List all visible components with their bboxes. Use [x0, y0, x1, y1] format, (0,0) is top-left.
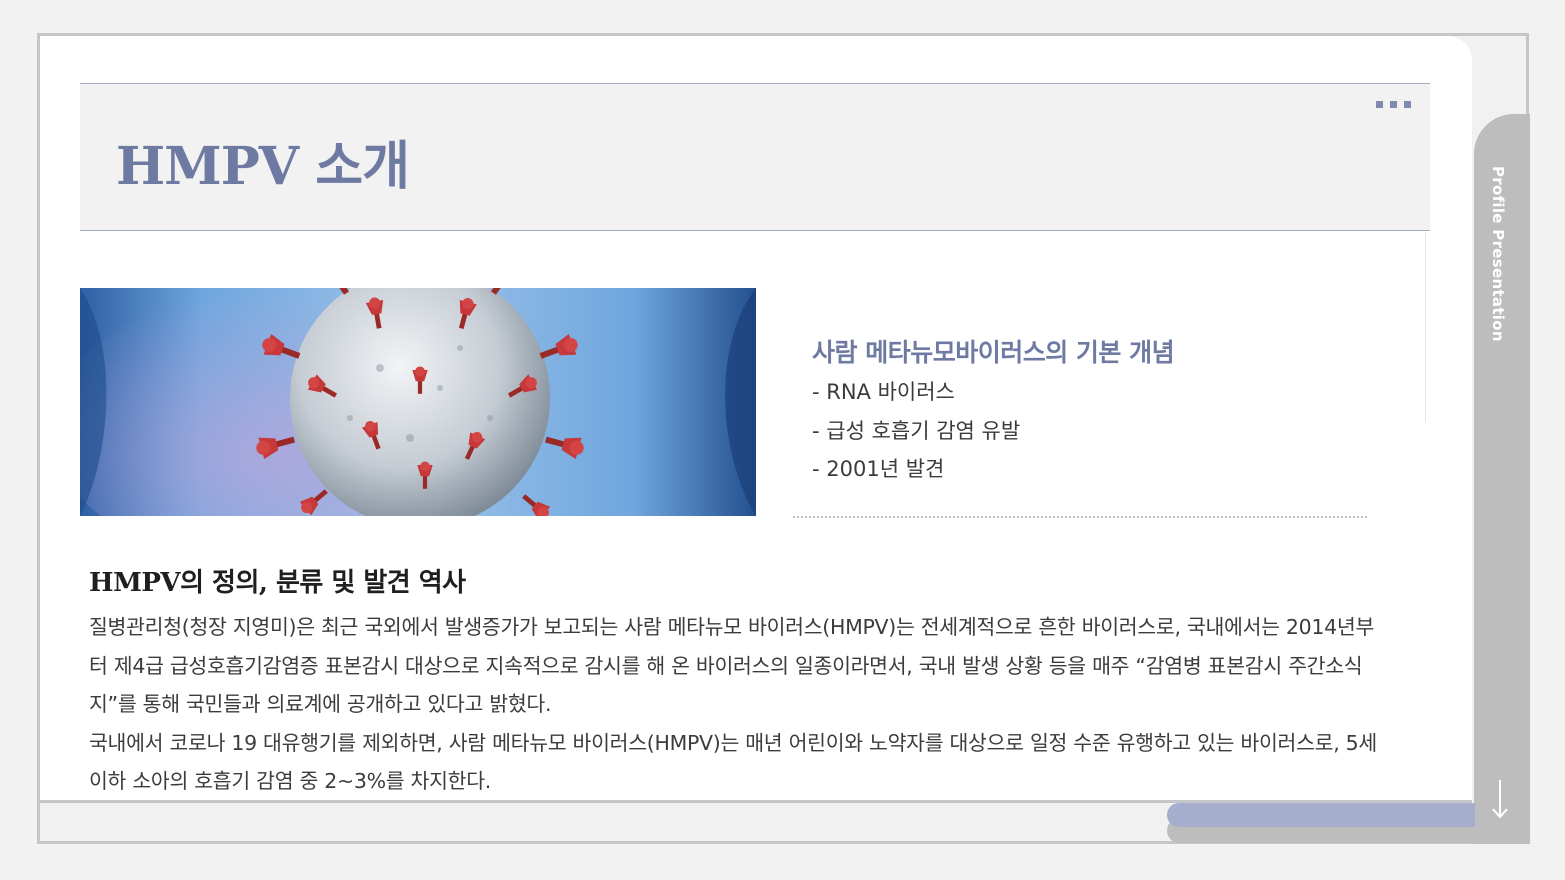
concept-item: - 급성 호흡기 감염 유발 [812, 418, 1021, 443]
section-body: 질병관리청(청장 지영미)은 최근 국외에서 발생증가가 보고되는 사람 메타뉴… [89, 615, 1377, 793]
concept-item: - RNA 바이러스 [812, 380, 955, 404]
down-arrow-icon[interactable] [1489, 778, 1511, 820]
divider-line [1425, 232, 1426, 422]
concept-list: - RNA 바이러스 - 급성 호흡기 감염 유발 - 2001년 발견 [812, 375, 1020, 491]
concept-heading: 사람 메타뉴모바이러스의 기본 개념 [812, 338, 1175, 367]
dots-icon [1376, 101, 1411, 108]
dotted-divider [793, 516, 1367, 518]
slide-title: HMPV 소개 [116, 136, 410, 197]
bottom-tab [1167, 803, 1475, 827]
virus-image [80, 288, 756, 516]
section-heading: HMPV의 정의, 분류 및 발견 역사 [89, 568, 466, 598]
side-tab-label: Profile Presentation [1489, 166, 1507, 342]
concept-item: - 2001년 발견 [812, 457, 945, 481]
